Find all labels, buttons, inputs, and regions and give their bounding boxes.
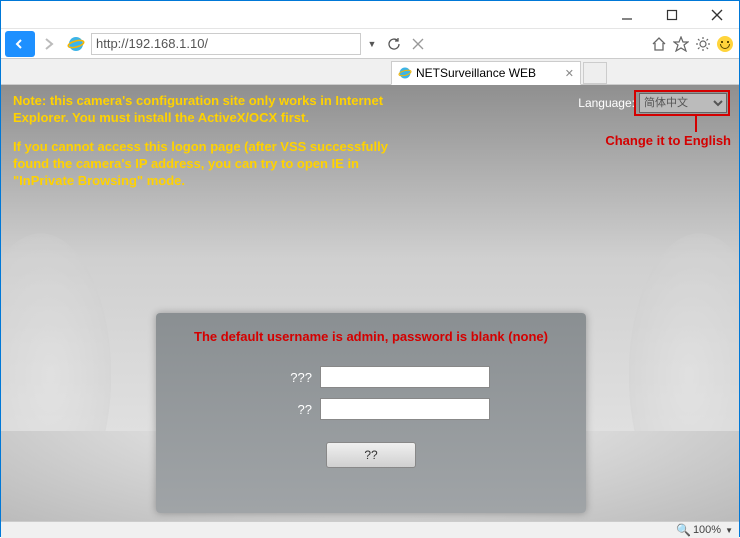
url-input[interactable]: http://192.168.1.10/	[91, 33, 361, 55]
annotation-line	[695, 116, 697, 132]
zoom-level[interactable]: 100%	[693, 524, 721, 536]
tab-bar: NETSurveillance WEB ✕	[1, 59, 739, 85]
language-dropdown[interactable]: 简体中文	[639, 93, 727, 113]
tools-button[interactable]	[693, 34, 713, 54]
page-content: Note: this camera's configuration site o…	[1, 85, 739, 521]
new-tab-button[interactable]	[583, 62, 607, 84]
nav-forward-button[interactable]	[37, 31, 61, 57]
password-label: ??	[252, 402, 312, 417]
tab-netsurveillance[interactable]: NETSurveillance WEB ✕	[391, 61, 581, 85]
ie-logo-icon	[67, 35, 85, 53]
language-selector: Language: 简体中文	[578, 93, 727, 113]
annotation-text: Change it to English	[605, 133, 731, 148]
nav-back-button[interactable]	[5, 31, 35, 57]
status-bar: 🔍 100% ▼	[1, 521, 739, 538]
refresh-button[interactable]	[383, 33, 405, 55]
zoom-dropdown-icon[interactable]: ▼	[725, 526, 733, 535]
url-dropdown-icon[interactable]: ▼	[363, 33, 381, 55]
address-bar: http://192.168.1.10/ ▼	[1, 29, 739, 59]
favorites-button[interactable]	[671, 34, 691, 54]
note-line1: Note: this camera's configuration site o…	[13, 93, 423, 127]
zoom-icon[interactable]: 🔍	[676, 523, 691, 537]
username-input[interactable]	[320, 366, 490, 388]
language-label: Language:	[578, 96, 635, 110]
home-button[interactable]	[649, 34, 669, 54]
login-hint: The default username is admin, password …	[156, 329, 586, 344]
password-input[interactable]	[320, 398, 490, 420]
tab-title: NETSurveillance WEB	[416, 66, 536, 80]
login-button[interactable]: ??	[326, 442, 416, 468]
login-panel: The default username is admin, password …	[156, 313, 586, 513]
window-titlebar	[1, 1, 739, 29]
feedback-smiley-icon[interactable]	[715, 34, 735, 54]
minimize-button[interactable]	[604, 1, 649, 29]
note-line2: If you cannot access this logon page (af…	[13, 139, 423, 190]
instruction-note: Note: this camera's configuration site o…	[13, 93, 423, 201]
username-label: ???	[252, 370, 312, 385]
ie-page-icon	[398, 66, 412, 80]
tab-close-icon[interactable]: ✕	[565, 67, 574, 80]
stop-button[interactable]	[407, 33, 429, 55]
close-button[interactable]	[694, 1, 739, 29]
maximize-button[interactable]	[649, 1, 694, 29]
